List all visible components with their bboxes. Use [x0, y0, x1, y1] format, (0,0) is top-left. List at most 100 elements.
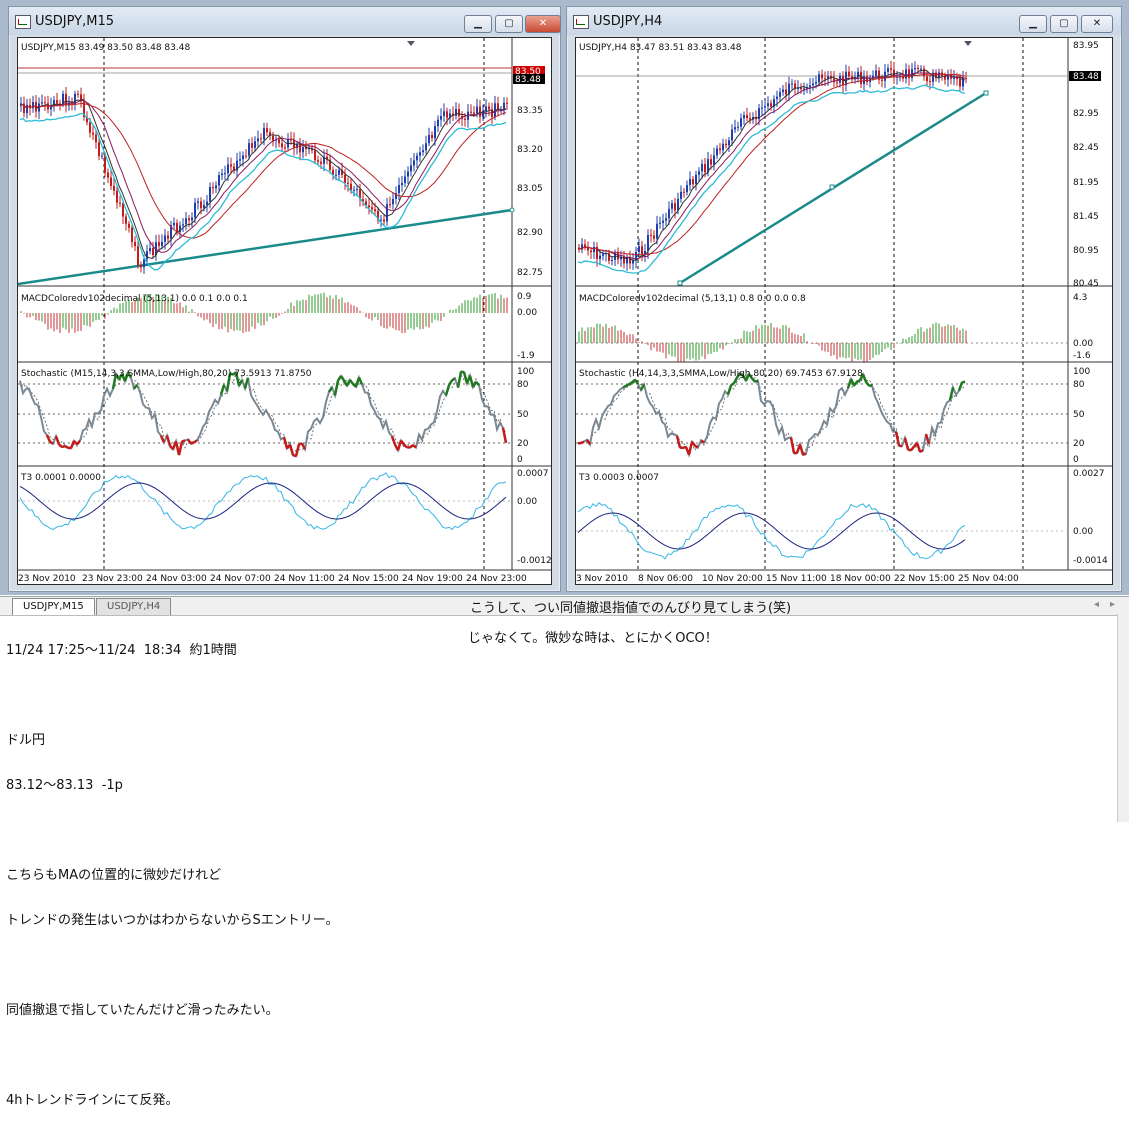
candle-body [386, 204, 388, 221]
stochastic-oversold-segment [701, 440, 704, 442]
time-axis-label: 24 Nov 11:00 [274, 574, 335, 584]
moving-average-mid [20, 100, 506, 252]
maximize-button[interactable]: ▢ [495, 15, 523, 33]
candle-body [680, 192, 682, 199]
candle-body [419, 152, 421, 155]
candle-body [749, 118, 751, 120]
close-button[interactable]: ✕ [525, 15, 561, 33]
time-axis-label: 22 Nov 15:00 [894, 574, 955, 584]
stochastic-oversold-segment [896, 432, 899, 446]
candle-body [887, 68, 889, 72]
candle-body [692, 179, 694, 184]
note-line: 同値撤退で指していたんだけど滑ったみたい。 [6, 1003, 339, 1018]
candle-body [149, 248, 151, 251]
candle-body [140, 265, 142, 267]
candle-body [719, 149, 721, 151]
candle-body [740, 118, 742, 127]
candle-body [650, 235, 652, 236]
candle-body [383, 220, 385, 222]
price-axis-label: 80.95 [1073, 246, 1099, 256]
candle-body [656, 224, 658, 239]
candle-body [917, 68, 919, 69]
candle-body [431, 135, 433, 138]
candle-body [821, 74, 823, 78]
stochastic-oversold-segment [191, 442, 194, 443]
candle-body [416, 156, 418, 161]
candle-body [965, 78, 967, 79]
candle-body [113, 186, 115, 191]
vertical-scrollbar[interactable] [1117, 614, 1129, 822]
stochastic-oversold-segment [182, 440, 185, 441]
candle-body [653, 235, 655, 238]
stochastic-info-label: Stochastic (M15,14,3,3,SMMA,Low/High,80,… [21, 369, 312, 379]
candle-body [815, 82, 817, 83]
close-button[interactable]: ✕ [1081, 15, 1113, 33]
stochastic-oversold-segment [56, 436, 59, 444]
candle-body [599, 256, 601, 259]
candle-body [146, 251, 148, 259]
candle-body [704, 164, 706, 172]
candle-body [134, 242, 136, 246]
candle-body [125, 217, 127, 224]
note-line [6, 958, 339, 973]
current-price-label: 83.48 [1073, 72, 1099, 82]
maximize-button[interactable]: ▢ [1050, 15, 1078, 33]
chart-canvas[interactable]: USDJPY,H4 83.47 83.51 83.43 83.48 MACDCo… [575, 37, 1113, 585]
macd-axis-label: -1.6 [1073, 351, 1091, 361]
chart-svg[interactable]: USDJPY,H4 83.47 83.51 83.43 83.48 MACDCo… [576, 38, 1112, 584]
tab-scroll-left-icon[interactable]: ◂ [1094, 599, 1099, 610]
candle-body [338, 170, 340, 175]
t3-axis-label: 0.00 [1073, 527, 1093, 537]
candle-body [263, 128, 265, 139]
candle-body [191, 217, 193, 220]
stochastic-overbought-segment [458, 372, 461, 388]
candle-body [158, 242, 160, 246]
candle-body [677, 199, 679, 211]
candle-body [647, 235, 649, 251]
candle-body [443, 111, 445, 116]
candle-body [212, 187, 214, 188]
candle-body [185, 218, 187, 224]
candle-body [926, 76, 928, 81]
time-axis-label: 3 Nov 2010 [576, 574, 628, 584]
candle-body [209, 187, 211, 202]
candle-body [284, 147, 286, 148]
candle-body [101, 156, 103, 157]
candle-body [722, 144, 724, 150]
window-titlebar[interactable]: USDJPY,H4 ▁ ▢ ✕ [567, 7, 1121, 35]
stochastic-oversold-segment [179, 442, 182, 455]
comment-line-1: こうして、つい同値撤退指値でのんびり見てしまう(笑) [470, 597, 791, 616]
candle-body [470, 112, 472, 113]
tab-scroll-right-icon[interactable]: ▸ [1110, 599, 1115, 610]
moving-average-fast [20, 99, 506, 258]
candle-body [818, 74, 820, 82]
stochastic-oversold-segment [803, 454, 806, 455]
chart-svg[interactable]: USDJPY,M15 83.49 83.50 83.48 83.48 MACDC… [18, 38, 551, 584]
stop-line [578, 85, 965, 273]
terminal-workspace: USDJPY,M15 ▁ ▢ ✕ [0, 0, 1129, 595]
stochastic-overbought-segment [866, 382, 869, 386]
candle-body [476, 107, 478, 114]
chart-window-h4[interactable]: USDJPY,H4 ▁ ▢ ✕ [566, 6, 1122, 592]
candle-body [686, 185, 688, 192]
note-line: こちらもMAの位置的に微妙だけれど [6, 868, 339, 883]
chart-canvas[interactable]: USDJPY,M15 83.49 83.50 83.48 83.48 MACDC… [17, 37, 552, 585]
candle-body [200, 201, 202, 208]
candle-body [590, 250, 592, 252]
minimize-button[interactable]: ▁ [464, 15, 492, 33]
candle-body [812, 84, 814, 86]
stochastic-oversold-segment [677, 436, 680, 448]
time-axis-label: 15 Nov 11:00 [766, 574, 827, 584]
stochastic-overbought-segment [341, 376, 344, 380]
chart-window-m15[interactable]: USDJPY,M15 ▁ ▢ ✕ [8, 6, 561, 592]
candle-body [404, 177, 406, 183]
time-axis-label: 24 Nov 19:00 [402, 574, 463, 584]
minimize-button[interactable]: ▁ [1019, 15, 1047, 33]
candle-body [746, 115, 748, 118]
candle-body [836, 82, 838, 83]
window-titlebar[interactable]: USDJPY,M15 ▁ ▢ ✕ [9, 7, 560, 35]
candle-body [92, 133, 94, 135]
candle-body [809, 85, 811, 87]
candle-body [182, 224, 184, 225]
candle-body [347, 183, 349, 184]
